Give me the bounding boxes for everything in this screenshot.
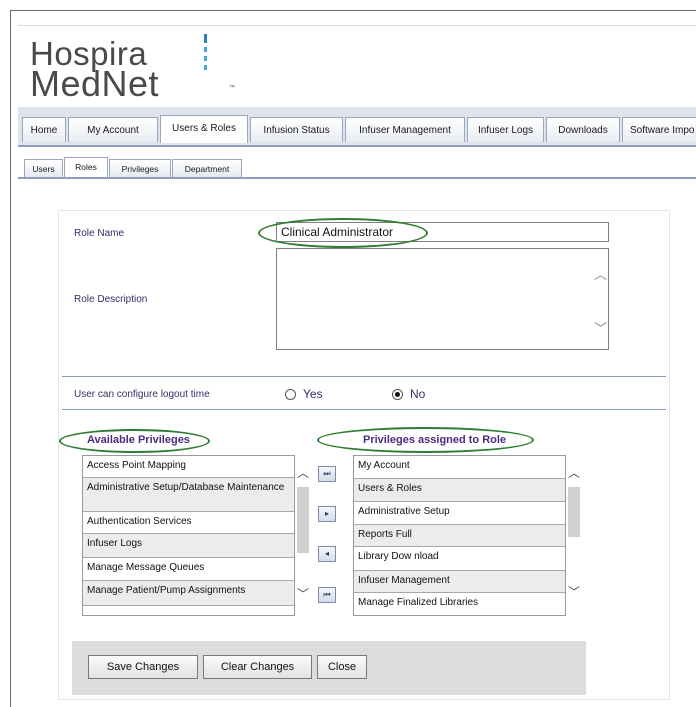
available-scroll-thumb[interactable] [297, 487, 309, 553]
move-all-left-button[interactable]: ⏮ [318, 587, 336, 603]
list-item[interactable]: Manage Finalized Libraries [354, 593, 565, 615]
move-left-button[interactable]: ◂ [318, 546, 336, 562]
subtab-privileges[interactable]: Privileges [109, 159, 171, 178]
subtab-department[interactable]: Department [172, 159, 242, 178]
role-name-label: Role Name [74, 228, 125, 239]
list-item[interactable]: Authentication Services [83, 512, 294, 534]
header: Hospira MedNet ™ [18, 25, 696, 108]
tab-users-roles[interactable]: Users & Roles [160, 115, 248, 143]
tab-my-account[interactable]: My Account [68, 117, 158, 142]
tab-downloads[interactable]: Downloads [546, 117, 620, 142]
tab-infuser-logs[interactable]: Infuser Logs [467, 117, 544, 142]
list-item[interactable]: Administrative Setup [354, 502, 565, 525]
yes-radio-label: Yes [303, 387, 323, 401]
available-header-highlight [59, 429, 210, 453]
tab-home[interactable]: Home [22, 117, 66, 142]
list-item[interactable]: Users & Roles [354, 479, 565, 502]
role-description-textarea[interactable] [276, 248, 609, 350]
list-item[interactable]: Infuser Management [354, 571, 565, 593]
assigned-header-highlight [317, 427, 534, 453]
move-right-button[interactable]: ▸ [318, 506, 336, 522]
available-privileges-list[interactable]: Access Point Mapping Administrative Setu… [82, 455, 295, 616]
list-item[interactable]: Manage Patient/Pump Assignments [83, 581, 294, 606]
main-tab-bar: Home My Account Users & Roles Infusion S… [18, 107, 696, 147]
divider-top [62, 376, 666, 377]
chevron-up-icon[interactable]: ︿ [297, 464, 309, 481]
list-item[interactable]: Access Point Mapping [83, 456, 294, 478]
assigned-privileges-list[interactable]: My Account Users & Roles Administrative … [353, 455, 566, 616]
divider-bottom [62, 409, 666, 410]
list-item[interactable]: Reports Full [354, 525, 565, 547]
chevron-down-icon[interactable]: ﹀ [297, 585, 309, 602]
role-description-label: Role Description [74, 294, 148, 305]
chevron-down-icon[interactable]: ﹀ [568, 583, 580, 600]
chevron-up-icon[interactable]: ︿ [568, 464, 580, 481]
tab-software-import[interactable]: Software Impo [622, 117, 696, 142]
close-button[interactable]: Close [317, 655, 367, 679]
sub-tab-underline [18, 177, 696, 179]
yes-radio[interactable] [285, 389, 296, 400]
subtab-users[interactable]: Users [24, 159, 63, 178]
list-item[interactable]: Infuser Logs [83, 534, 294, 558]
assigned-scroll-thumb[interactable] [568, 487, 580, 537]
logo-mark-icon [204, 34, 207, 70]
chevron-down-icon[interactable]: ﹀ [594, 318, 607, 337]
tab-infusion-status[interactable]: Infusion Status [250, 117, 343, 142]
logout-time-label: User can configure logout time [74, 389, 210, 400]
save-changes-button[interactable]: Save Changes [88, 655, 198, 679]
no-radio[interactable] [392, 389, 403, 400]
chevron-up-icon[interactable]: ︿ [594, 264, 607, 283]
clear-changes-button[interactable]: Clear Changes [203, 655, 312, 679]
list-item[interactable]: Library Dow nload [354, 547, 565, 571]
move-all-right-button[interactable]: ⏭ [318, 466, 336, 482]
logo-trademark: ™ [229, 85, 235, 91]
subtab-roles[interactable]: Roles [64, 157, 108, 179]
no-radio-label: No [410, 387, 426, 401]
logo-mednet: MedNet [30, 63, 160, 104]
role-name-highlight [258, 218, 428, 248]
tab-infuser-management[interactable]: Infuser Management [345, 117, 465, 142]
list-item[interactable]: Administrative Setup/Database Maintenanc… [83, 478, 294, 512]
list-item[interactable]: Manage Message Queues [83, 558, 294, 581]
list-item[interactable]: My Account [354, 456, 565, 479]
